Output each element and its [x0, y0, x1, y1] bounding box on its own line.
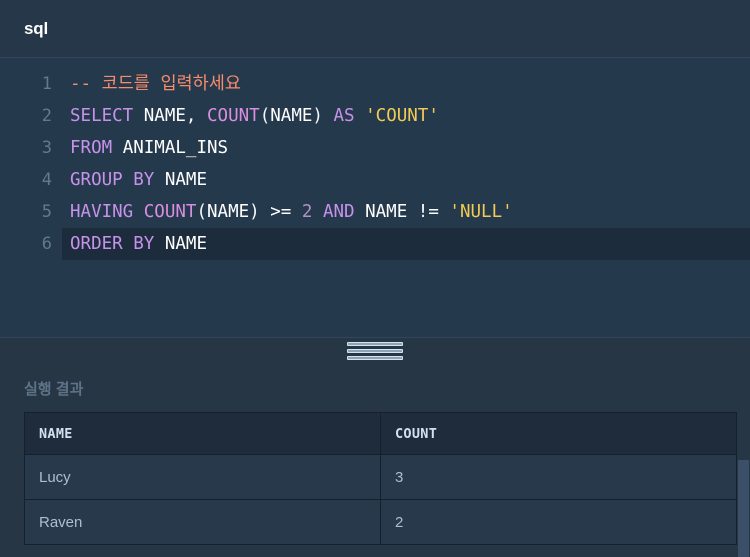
code-token-id: NAME	[365, 202, 408, 222]
code-token-kw: AS	[333, 106, 355, 126]
grip-bar-1	[347, 342, 403, 346]
result-header: 실행 결과	[0, 364, 750, 412]
sql-playground-window: sql 1 -- 코드를 입력하세요 2 SELECT NAME, COUNT(NAM…	[0, 0, 750, 557]
code-token-op: >=	[259, 202, 302, 222]
code-line-text[interactable]: ORDER BY NAME	[62, 228, 750, 260]
line-number: 4	[41, 170, 52, 190]
code-token-op	[323, 106, 334, 126]
code-token-op	[154, 234, 165, 254]
code-token-op	[112, 138, 123, 158]
code-line-text[interactable]: GROUP BY NAME	[62, 164, 750, 196]
code-token-id: NAME	[270, 106, 313, 126]
code-editor[interactable]: 1 -- 코드를 입력하세요 2 SELECT NAME, COUNT(NAME) A…	[0, 58, 750, 338]
table-column-header: NAME	[24, 412, 381, 455]
table-row: Raven 2	[24, 499, 737, 545]
panel-resize-splitter[interactable]	[0, 338, 750, 364]
code-token-punc: )	[312, 106, 323, 126]
code-token-op	[154, 170, 165, 190]
code-line[interactable]: 2 SELECT NAME, COUNT(NAME) AS 'COUNT'	[0, 100, 750, 132]
code-line-text[interactable]: -- 코드를 입력하세요	[62, 68, 750, 100]
code-token-kw: FROM	[70, 138, 113, 158]
code-token-id: ANIMAL_INS	[122, 138, 229, 158]
code-token-comment: -- 코드를 입력하세요	[70, 74, 241, 94]
code-token-str: 'COUNT'	[365, 106, 439, 126]
result-panel: NAME COUNT Lucy 3 Raven 2	[0, 412, 750, 557]
line-number: 5	[41, 202, 52, 222]
code-line[interactable]: 4 GROUP BY NAME	[0, 164, 750, 196]
code-line[interactable]: 6 ORDER BY NAME	[0, 228, 750, 260]
code-token-op	[355, 202, 366, 222]
result-table-head: NAME COUNT	[24, 412, 737, 455]
code-token-op: !=	[407, 202, 450, 222]
code-token-kw: HAVING	[70, 202, 134, 222]
line-number: 6	[41, 234, 52, 254]
code-token-kw: AND	[322, 202, 355, 222]
code-token-op	[133, 106, 144, 126]
code-token-kw: ORDER BY	[70, 234, 155, 254]
code-token-punc: )	[249, 202, 260, 222]
grip-bar-3	[347, 356, 403, 360]
result-table: NAME COUNT Lucy 3 Raven 2	[24, 412, 737, 545]
table-cell: Raven	[24, 499, 381, 545]
code-token-op	[355, 106, 366, 126]
code-token-kw: SELECT	[70, 106, 134, 126]
code-line-text[interactable]: SELECT NAME, COUNT(NAME) AS 'COUNT'	[62, 100, 750, 132]
code-token-punc: (	[259, 106, 271, 126]
drag-handle-icon[interactable]	[347, 342, 403, 360]
table-header-row: NAME COUNT	[24, 412, 737, 455]
line-number: 2	[41, 106, 52, 126]
code-token-punc: ,	[185, 106, 197, 126]
line-number: 3	[41, 138, 52, 158]
table-row: Lucy 3	[24, 454, 737, 500]
grip-bar-2	[347, 349, 403, 353]
code-token-id: NAME	[143, 106, 186, 126]
line-number: 1	[41, 74, 52, 94]
code-token-id: NAME	[164, 234, 207, 254]
code-token-op	[196, 106, 207, 126]
table-cell: 2	[380, 499, 737, 545]
code-line-text[interactable]: HAVING COUNT(NAME) >= 2 AND NAME != 'NUL…	[62, 196, 750, 228]
table-cell: 3	[380, 454, 737, 500]
language-label: sql	[24, 18, 48, 38]
code-token-str: 'NULL'	[449, 202, 513, 222]
table-column-header: COUNT	[380, 412, 737, 455]
code-token-id: NAME	[207, 202, 250, 222]
code-line[interactable]: 5 HAVING COUNT(NAME) >= 2 AND NAME != 'NU…	[0, 196, 750, 228]
result-table-body: Lucy 3 Raven 2	[24, 454, 737, 545]
editor-topbar: sql	[0, 0, 750, 58]
result-title: 실행 결과	[24, 380, 84, 398]
table-cell: Lucy	[24, 454, 381, 500]
code-token-id: NAME	[164, 170, 207, 190]
code-token-op	[133, 202, 144, 222]
code-line-text[interactable]: FROM ANIMAL_INS	[62, 132, 750, 164]
result-scrollbar-thumb[interactable]	[738, 460, 749, 557]
code-token-punc: (	[196, 202, 207, 222]
code-token-fn: COUNT	[143, 202, 197, 222]
code-line[interactable]: 3 FROM ANIMAL_INS	[0, 132, 750, 164]
code-token-fn: COUNT	[207, 106, 260, 126]
code-token-num: 2	[301, 202, 313, 222]
result-scrollbar-track[interactable]	[737, 412, 750, 557]
code-line[interactable]: 1 -- 코드를 입력하세요	[0, 68, 750, 100]
code-token-op	[312, 202, 323, 222]
code-token-kw: GROUP BY	[70, 170, 155, 190]
